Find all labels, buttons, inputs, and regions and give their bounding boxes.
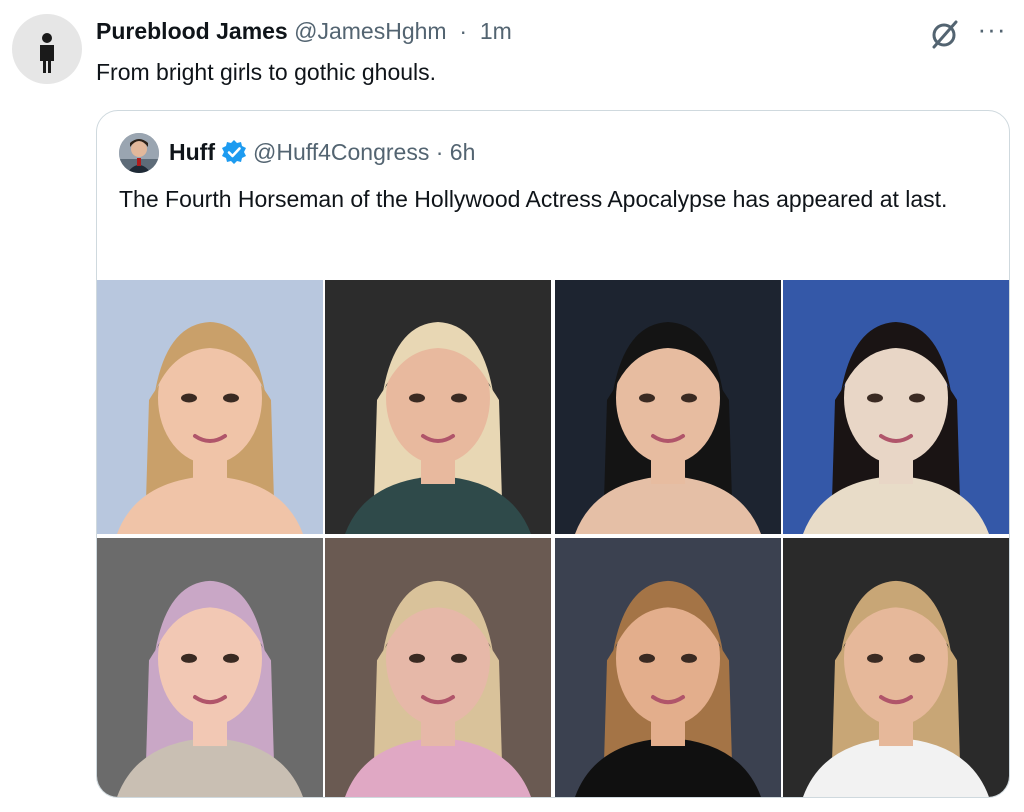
tweet-text: From bright girls to gothic ghouls.	[96, 59, 437, 85]
author-avatar[interactable]	[12, 14, 82, 84]
quoted-author-handle[interactable]: @Huff4Congress	[253, 137, 429, 167]
more-icon[interactable]: ···	[972, 14, 1012, 48]
photo-7[interactable]	[555, 538, 781, 797]
photo-2[interactable]	[325, 280, 551, 534]
photo-5[interactable]	[97, 538, 323, 797]
photo-3[interactable]	[555, 280, 781, 534]
author-avatar-image	[40, 33, 54, 73]
quoted-tweet-header: Huff @Huff4Congress · 6h	[169, 137, 475, 167]
header-separator: ·	[452, 18, 474, 44]
author-handle[interactable]: @JamesHghm	[294, 18, 446, 44]
photo-8[interactable]	[783, 538, 1009, 797]
quoted-tweet-time[interactable]: 6h	[450, 137, 476, 167]
quoted-author-name[interactable]: Huff	[169, 137, 215, 167]
quoted-tweet-card[interactable]: Huff @Huff4Congress · 6h The Fourth Hors…	[96, 110, 1010, 798]
tweet-time[interactable]: 1m	[480, 18, 512, 44]
author-name[interactable]: Pureblood James	[96, 18, 288, 44]
quoted-author-avatar-image	[119, 133, 159, 173]
tweet-header: Pureblood James @JamesHghm · 1m	[96, 16, 512, 46]
quoted-header-separator: ·	[429, 139, 450, 165]
photo-6[interactable]	[325, 538, 551, 797]
verified-badge-icon[interactable]	[221, 139, 247, 165]
photo-1[interactable]	[97, 280, 323, 534]
photo-4[interactable]	[783, 280, 1009, 534]
photo-grid	[97, 280, 1009, 797]
grok-icon[interactable]	[928, 18, 962, 52]
quoted-author-avatar[interactable]	[119, 133, 159, 173]
quoted-tweet-text: The Fourth Horseman of the Hollywood Act…	[119, 186, 948, 212]
